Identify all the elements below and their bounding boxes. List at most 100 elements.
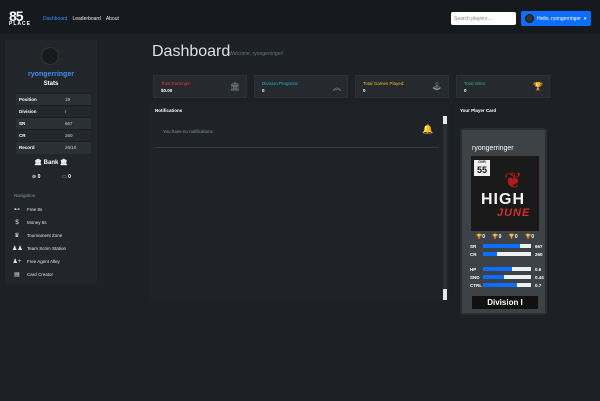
division-progress-card: Division Progress: 0 ︽ (254, 75, 348, 98)
notifications-panel: Notifications You have no notifications … (150, 104, 449, 300)
attribute-bar-fill (483, 275, 505, 279)
attribute-key: HP (470, 266, 477, 272)
sidebar-item-free-agent-alley[interactable]: ♟+ Free Agent Alley (12, 255, 92, 268)
logo-word: PLACE (9, 21, 31, 27)
bank-icon: 🏛 (60, 160, 68, 166)
sidebar-item-tournament-zone[interactable]: ♛ Tournament Zone (12, 229, 92, 242)
trophy-row: 🏆0 🏆0 🏆0 🏆0 (476, 234, 534, 240)
bank-icon: 🏛 (229, 82, 240, 91)
stat-row: SR 667 (16, 117, 91, 130)
attribute-bar-fill (483, 267, 512, 271)
rating-value: 260 (535, 251, 543, 257)
rating-key: SR (470, 243, 477, 249)
stat-key: SR (16, 117, 62, 130)
bank-icon: 🏛 (34, 160, 42, 166)
bell-icon: 🔔 (422, 124, 434, 134)
stats-table: Position 19 Division I SR 667 CR 260 Record 2… (16, 93, 91, 154)
card-value: 0 (363, 88, 366, 93)
coin-balance-b: ▭ 0 (62, 174, 71, 180)
user-plus-icon: ♟+ (12, 259, 22, 265)
total-wins-card: Total Wins: 0 🏆 (456, 75, 550, 98)
rating-row-sr: SR 667 (470, 243, 545, 249)
dollar-icon: $ (15, 219, 19, 226)
welcome-text: Welcome, ryongerringer! (229, 51, 284, 57)
attribute-bar-fill (483, 283, 517, 287)
attribute-row-snd: SND 0.44 (470, 274, 545, 280)
stat-value: 19 (62, 93, 91, 106)
sidebar-item-label: Tournament Zone (27, 233, 63, 238)
sidebar-item-team-scrim-station[interactable]: ♟♟ Team Scrim Station (12, 242, 92, 255)
stat-row: Position 19 (16, 93, 91, 106)
trophy-count: 🏆0 (476, 234, 486, 240)
attribute-key: SND (470, 274, 480, 280)
ovr-value: 55 (476, 165, 487, 175)
stat-key: CR (16, 129, 62, 142)
rating-value: 667 (535, 243, 543, 249)
trophy-count: 🏆0 (492, 234, 502, 240)
top-navbar: 85 PLACE Dashboard Leaderboard About Hel… (0, 0, 600, 34)
nav-link-dashboard[interactable]: Dashboard (43, 16, 67, 22)
attribute-value: 0.44 (535, 274, 544, 280)
users-icon: ♟♟ (12, 246, 23, 252)
sidebar-item-card-creator[interactable]: ▤ Card Creator (12, 268, 92, 281)
player-card[interactable]: ryongerringer OVR 55 ❦ HIGH JUNE 🏆0 🏆0 🏆… (460, 128, 547, 315)
rating-bar (483, 244, 531, 248)
attribute-key: CTRL (470, 282, 482, 288)
divider (154, 147, 439, 148)
id-card-icon: ▤ (14, 272, 20, 278)
stat-value: 260 (62, 129, 91, 142)
bank-heading: 🏛 Bank 🏛 (5, 159, 97, 166)
stat-key: Record (16, 141, 62, 154)
stat-row: Record 26/10 (16, 141, 91, 154)
stat-value: I (62, 105, 91, 118)
ovr-badge: OVR 55 (474, 160, 490, 176)
nav-links: Dashboard Leaderboard About (43, 16, 119, 22)
trophy-icon: 🏆 (533, 82, 543, 91)
card-value: 0 (464, 88, 467, 93)
player-card-heading: Your Player Card (460, 108, 497, 113)
page-title: Dashboard (152, 43, 231, 60)
navigation-heading: Navigation (14, 193, 36, 198)
games-played-card: Total Games Played: 0 🕹 (355, 75, 449, 98)
controller-icon: ⊷ (14, 207, 20, 213)
scrollbar-thumb[interactable] (443, 124, 447, 289)
site-logo[interactable]: 85 PLACE (9, 9, 37, 28)
coin-value: 0 (37, 174, 41, 180)
attribute-row-ctrl: CTRL 0.7 (470, 282, 545, 288)
card-label: Total Earnings: (161, 81, 191, 86)
sidebar-item-money-8s[interactable]: $ Money 8s (12, 216, 92, 229)
attribute-bar (483, 267, 531, 271)
cash-icon: ▭ (62, 174, 67, 180)
earnings-card: Total Earnings: $0.00 🏛 (153, 75, 247, 98)
art-text-june: JUNE (497, 207, 531, 219)
rating-row-cr: CR 260 (470, 251, 545, 257)
nav-link-leaderboard[interactable]: Leaderboard (72, 16, 100, 22)
notifications-scrollbar[interactable] (443, 116, 447, 300)
rating-bar-fill (483, 244, 521, 248)
trophy-icon: ♛ (14, 233, 20, 239)
sidebar: ryongerringer Stats Position 19 Division I… (5, 40, 97, 285)
coin-icon: ⊙ (32, 174, 37, 180)
profile-avatar[interactable] (41, 47, 59, 65)
sidebar-item-label: Team Scrim Station (27, 246, 67, 251)
sidebar-username[interactable]: ryongerringer (5, 71, 97, 78)
stat-key: Position (16, 93, 62, 106)
avatar (525, 14, 534, 23)
user-menu-button[interactable]: Hello, ryongerringer ▾ (521, 11, 591, 26)
sidebar-item-free-8s[interactable]: ⊷ Free 8s (12, 203, 92, 216)
rating-bar-fill (483, 252, 498, 256)
stat-key: Division (16, 105, 62, 118)
cash-value: 0 (68, 174, 71, 180)
side-menu: ⊷ Free 8s $ Money 8s ♛ Tournament Zone ♟♟ Te… (12, 203, 92, 281)
user-greeting: Hello, ryongerringer (537, 15, 581, 22)
attribute-bar (483, 275, 531, 279)
player-card-name: ryongerringer (472, 145, 514, 152)
stat-row: Division I (16, 105, 91, 118)
search-input[interactable] (451, 12, 516, 25)
card-label: Total Wins: (464, 81, 487, 86)
bank-label: Bank (43, 160, 59, 166)
player-card-art: OVR 55 ❦ HIGH JUNE (471, 156, 539, 231)
coin-balance-a: ⊙ 0 (32, 174, 40, 180)
nav-link-about[interactable]: About (106, 16, 119, 22)
sidebar-item-label: Card Creator (27, 272, 54, 277)
